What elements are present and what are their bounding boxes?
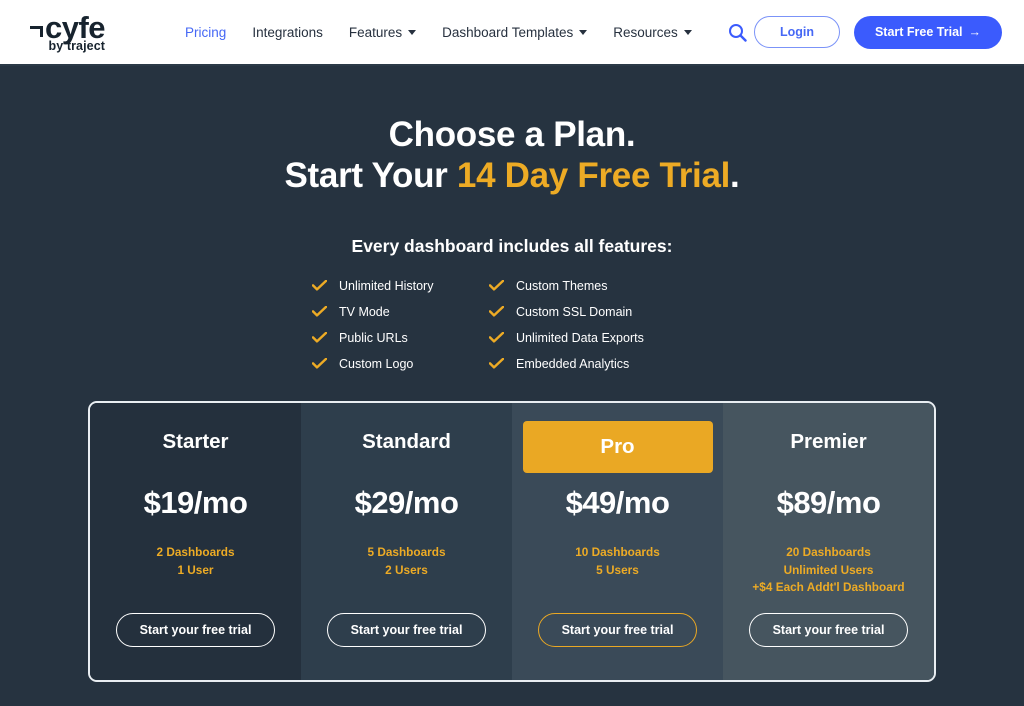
main-navigation: Pricing Integrations Features Dashboard … [185,25,692,40]
feature-label: Public URLs [339,330,408,345]
nav-item-pricing[interactable]: Pricing [185,25,226,40]
feature-item: TV Mode [312,305,489,319]
plan-name: Premier [790,429,867,453]
plan-name: Pro [522,420,713,473]
chevron-down-icon [683,29,692,35]
feature-label: Custom Logo [339,356,414,371]
chevron-down-icon [579,29,588,35]
check-icon [489,306,504,317]
nav-label: Resources [613,24,678,40]
feature-label: Unlimited History [339,278,434,293]
page-title: Choose a Plan. Start Your 14 Day Free Tr… [0,114,1024,197]
feature-item: Custom SSL Domain [489,305,712,319]
plan-spec-line: 2 Users [385,562,428,577]
check-icon [489,280,504,291]
features-subheading: Every dashboard includes all features: [351,235,673,256]
plan-specs: 2 Dashboards 1 User [156,544,234,580]
nav-label: Features [348,24,403,40]
nav-label: Dashboard Templates [442,24,574,40]
plan-spec-line: +$4 Each Addt'l Dashboard [752,580,905,595]
plan-cta-button[interactable]: Start your free trial [537,612,698,647]
plan-specs: 5 Dashboards 2 Users [367,544,445,580]
plan-cta-button[interactable]: Start your free trial [748,612,909,647]
pricing-table: Starter $19/mo 2 Dashboards 1 User Start… [88,400,936,682]
feature-label: Unlimited Data Exports [516,330,644,345]
plan-spec-line: 20 Dashboards [786,544,871,559]
logo-sub-text: by traject [48,38,106,53]
feature-label: Embedded Analytics [516,356,630,371]
pricing-plan-premier: Premier $89/mo 20 Dashboards Unlimited U… [723,402,934,680]
headline-line-2-suffix: . [730,156,740,196]
pricing-plan-pro: Pro $49/mo 10 Dashboards 5 Users Start y… [512,402,723,680]
nav-label: Pricing [185,24,227,40]
plan-price: $29/mo [354,484,459,520]
headline-highlight: 14 Day Free Trial [456,156,731,196]
plan-specs: 10 Dashboards 5 Users [575,544,660,580]
plan-spec-line: 2 Dashboards [156,544,235,559]
site-header: cyfe by traject Pricing Integrations Fea… [0,0,1024,66]
check-icon [312,306,327,317]
pricing-plan-standard: Standard $29/mo 5 Dashboards 2 Users Sta… [301,402,512,680]
plan-price: $49/mo [565,484,670,520]
headline-line-1: Choose a Plan. [388,115,636,154]
login-button[interactable]: Login [753,16,840,48]
check-icon [312,358,327,369]
search-button[interactable] [728,23,747,42]
plan-spec-line: 10 Dashboards [575,544,660,559]
feature-item: Unlimited History [312,279,489,293]
chevron-down-icon [408,29,417,35]
search-icon [728,23,747,42]
pricing-plan-starter: Starter $19/mo 2 Dashboards 1 User Start… [90,402,301,680]
nav-item-features[interactable]: Features [348,24,417,40]
start-free-trial-label: Start Free Trial [874,25,963,39]
feature-label: TV Mode [339,304,390,319]
feature-item: Unlimited Data Exports [489,331,712,345]
check-icon [312,332,327,343]
plan-name: Standard [362,429,451,453]
nav-item-resources[interactable]: Resources [613,25,692,40]
site-logo[interactable]: cyfe by traject [30,12,106,53]
hero-section: Choose a Plan. Start Your 14 Day Free Tr… [0,66,1024,371]
header-actions: Login Start Free Trial → [753,15,1002,49]
arrow-right-icon: → [968,25,982,39]
plan-spec-line: Unlimited Users [783,562,874,577]
feature-label: Custom Themes [516,278,608,293]
plan-cta-button[interactable]: Start your free trial [115,612,276,647]
feature-item: Public URLs [312,331,489,345]
plan-cta-button[interactable]: Start your free trial [326,612,487,647]
nav-label: Integrations [252,24,323,40]
plan-specs: 20 Dashboards Unlimited Users +$4 Each A… [752,544,904,598]
plan-name: Starter [162,429,229,453]
feature-item: Embedded Analytics [489,357,712,371]
plan-price: $89/mo [776,484,881,520]
plan-price: $19/mo [143,484,248,520]
plan-spec-line: 1 User [177,562,214,577]
nav-item-integrations[interactable]: Integrations [252,25,323,40]
start-free-trial-button[interactable]: Start Free Trial → [853,15,1002,49]
feature-label: Custom SSL Domain [516,304,633,319]
check-icon [312,280,327,291]
logo-corner-mark-icon [30,25,43,37]
check-icon [489,332,504,343]
check-icon [489,358,504,369]
headline-line-2-prefix: Start Your [284,156,457,196]
plan-spec-line: 5 Dashboards [367,544,446,559]
features-list: Unlimited History Custom Themes TV Mode … [312,279,712,371]
feature-item: Custom Themes [489,279,712,293]
feature-item: Custom Logo [312,357,489,371]
plan-spec-line: 5 Users [596,562,639,577]
nav-item-dashboard-templates[interactable]: Dashboard Templates [442,24,588,40]
